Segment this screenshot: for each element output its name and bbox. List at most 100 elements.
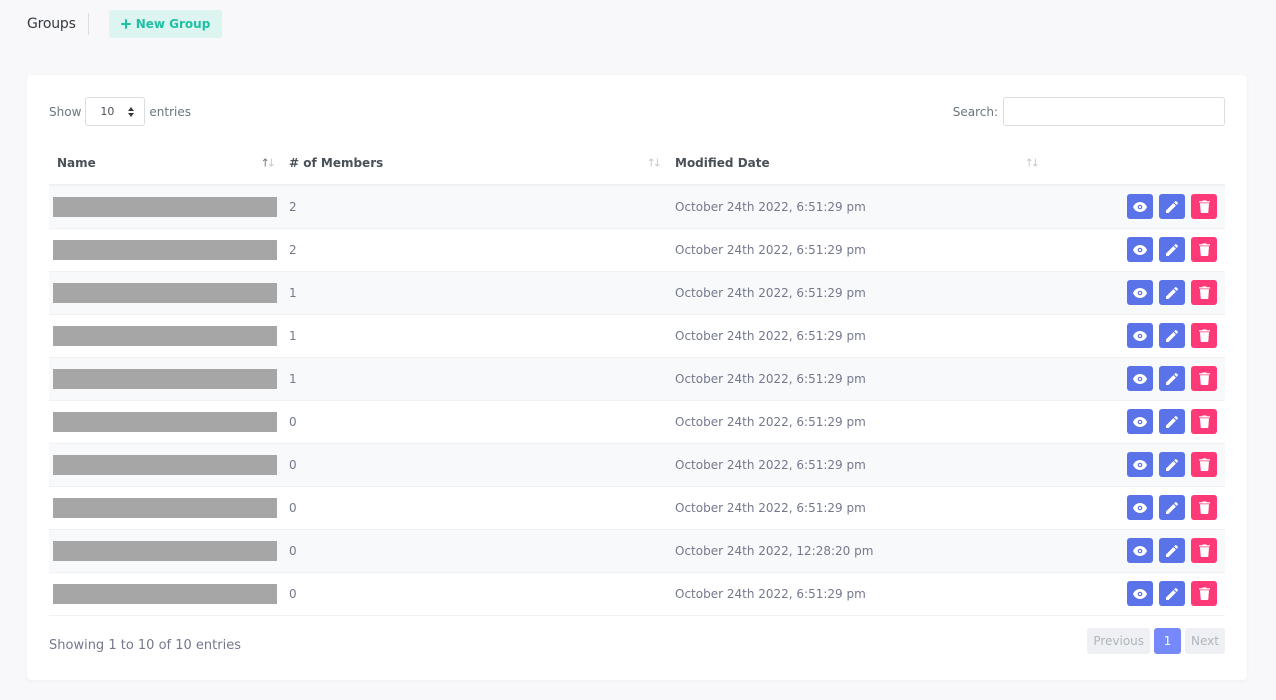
delete-button[interactable] [1191, 538, 1217, 563]
eye-icon [1133, 201, 1148, 212]
redacted-name [53, 325, 277, 346]
table-row: 1 October 24th 2022, 6:51:29 pm [49, 271, 1225, 315]
view-button[interactable] [1127, 280, 1154, 305]
edit-button[interactable] [1159, 581, 1186, 606]
delete-button[interactable] [1191, 280, 1217, 305]
modified-cell: October 24th 2022, 6:51:29 pm [667, 400, 1045, 444]
members-cell: 1 [281, 271, 667, 315]
table-row: 2 October 24th 2022, 6:51:29 pm [49, 228, 1225, 272]
delete-button[interactable] [1191, 409, 1217, 434]
edit-button[interactable] [1159, 452, 1186, 477]
pencil-icon [1166, 544, 1179, 557]
column-header-name[interactable]: Name ↑↓ [49, 142, 281, 186]
view-button[interactable] [1127, 366, 1154, 391]
edit-button[interactable] [1159, 409, 1186, 434]
plus-icon [120, 19, 131, 29]
edit-button[interactable] [1159, 495, 1186, 520]
eye-icon [1133, 545, 1148, 556]
view-button[interactable] [1127, 409, 1154, 434]
new-group-button[interactable]: New Group [108, 10, 223, 38]
search-input[interactable] [1003, 97, 1225, 126]
group-name-cell[interactable] [49, 228, 281, 272]
eye-icon [1133, 373, 1148, 384]
column-modified-label: Modified Date [675, 156, 770, 170]
edit-button[interactable] [1159, 538, 1186, 563]
table-row: 0 October 24th 2022, 6:51:29 pm [49, 486, 1225, 530]
redacted-name [53, 411, 277, 432]
table-row: 1 October 24th 2022, 6:51:29 pm [49, 314, 1225, 358]
actions-cell [1045, 314, 1225, 358]
edit-button[interactable] [1159, 280, 1186, 305]
edit-button[interactable] [1159, 194, 1186, 220]
delete-button[interactable] [1191, 495, 1217, 520]
groups-card: Show 10 entries Search: Name ↑↓ # of Mem… [27, 75, 1247, 680]
next-page-button[interactable]: Next [1185, 628, 1225, 654]
modified-cell: October 24th 2022, 6:51:29 pm [667, 486, 1045, 530]
pencil-icon [1166, 587, 1179, 600]
view-button[interactable] [1127, 323, 1154, 348]
view-button[interactable] [1127, 452, 1154, 477]
group-name-cell[interactable] [49, 443, 281, 487]
trash-icon [1198, 587, 1210, 600]
view-button[interactable] [1127, 581, 1154, 606]
redacted-name [53, 239, 277, 260]
view-button[interactable] [1127, 237, 1154, 262]
previous-page-button[interactable]: Previous [1087, 628, 1151, 654]
members-cell: 0 [281, 400, 667, 444]
group-name-cell[interactable] [49, 400, 281, 444]
members-cell: 0 [281, 443, 667, 487]
delete-button[interactable] [1191, 366, 1217, 391]
redacted-name [53, 282, 277, 303]
length-value: 10 [100, 105, 115, 118]
trash-icon [1198, 501, 1210, 514]
modified-cell: October 24th 2022, 6:51:29 pm [667, 443, 1045, 487]
new-group-label: New Group [135, 17, 211, 31]
actions-cell [1045, 572, 1225, 616]
select-arrows-icon [128, 106, 135, 117]
pencil-icon [1166, 415, 1179, 428]
column-header-modified[interactable]: Modified Date ↑↓ [667, 142, 1045, 186]
pencil-icon [1166, 286, 1179, 299]
group-name-cell[interactable] [49, 271, 281, 315]
redacted-name [53, 497, 277, 518]
delete-button[interactable] [1191, 452, 1217, 477]
table-row: 2 October 24th 2022, 6:51:29 pm [49, 185, 1225, 229]
group-name-cell[interactable] [49, 486, 281, 530]
edit-button[interactable] [1159, 366, 1186, 391]
column-members-label: # of Members [289, 156, 384, 170]
edit-button[interactable] [1159, 237, 1186, 262]
group-name-cell[interactable] [49, 314, 281, 358]
group-name-cell[interactable] [49, 357, 281, 401]
edit-button[interactable] [1159, 323, 1186, 348]
delete-button[interactable] [1191, 237, 1217, 262]
trash-icon [1198, 243, 1210, 256]
actions-cell [1045, 271, 1225, 315]
group-name-cell[interactable] [49, 185, 281, 229]
trash-icon [1198, 372, 1210, 385]
eye-icon [1133, 502, 1148, 513]
eye-icon [1133, 287, 1148, 298]
modified-cell: October 24th 2022, 6:51:29 pm [667, 228, 1045, 272]
modified-cell: October 24th 2022, 6:51:29 pm [667, 271, 1045, 315]
delete-button[interactable] [1191, 323, 1217, 348]
group-name-cell[interactable] [49, 572, 281, 616]
members-cell: 0 [281, 486, 667, 530]
group-name-cell[interactable] [49, 529, 281, 573]
trash-icon [1198, 544, 1210, 557]
eye-icon [1133, 588, 1148, 599]
column-header-members[interactable]: # of Members ↑↓ [281, 142, 667, 186]
trash-icon [1198, 286, 1210, 299]
view-button[interactable] [1127, 495, 1154, 520]
actions-cell [1045, 357, 1225, 401]
entries-length-select[interactable]: 10 [85, 97, 146, 126]
page-1-button[interactable]: 1 [1154, 628, 1182, 654]
view-button[interactable] [1127, 538, 1154, 563]
delete-button[interactable] [1191, 194, 1217, 220]
delete-button[interactable] [1191, 581, 1217, 606]
search-label: Search: [952, 104, 998, 119]
members-cell: 2 [281, 228, 667, 272]
view-button[interactable] [1127, 194, 1154, 220]
trash-icon [1198, 200, 1210, 214]
modified-cell: October 24th 2022, 6:51:29 pm [667, 185, 1045, 229]
redacted-name [53, 583, 277, 604]
